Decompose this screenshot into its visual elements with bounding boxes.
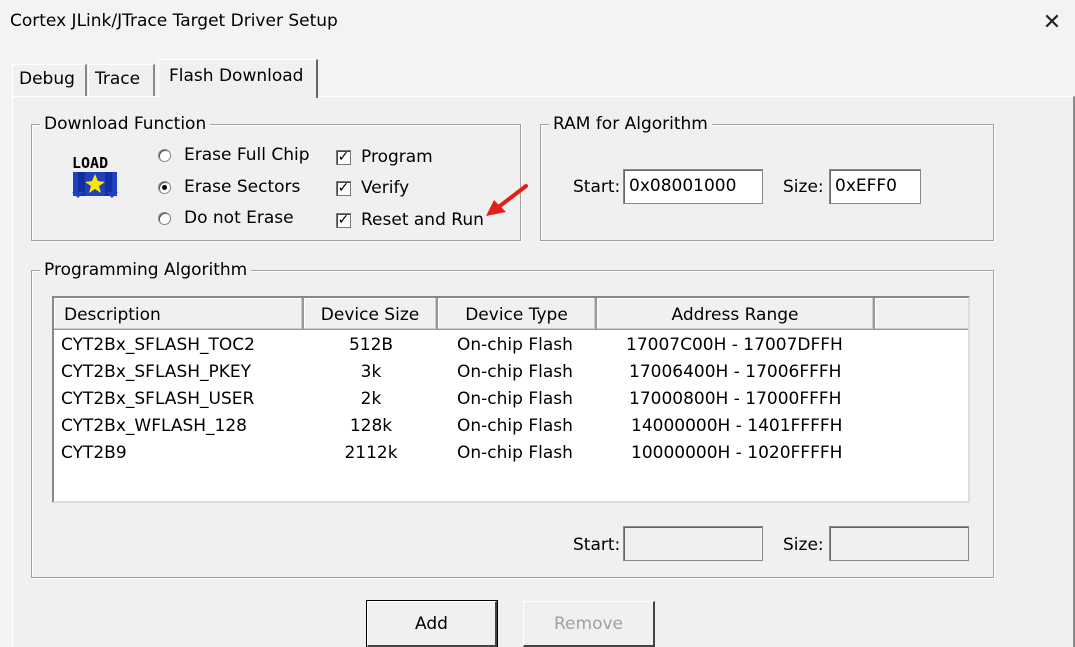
checkbox-label: Reset and Run: [361, 210, 484, 230]
cell-description: CYT2B9: [61, 443, 127, 463]
cell-address-range: 17007C00H - 17007DFFH: [626, 335, 843, 355]
cell-description: CYT2Bx_WFLASH_128: [61, 416, 247, 436]
radio-erase-sectors[interactable]: Erase Sectors: [158, 175, 300, 199]
cell-device-type: On-chip Flash: [457, 335, 573, 355]
column-header-device-size[interactable]: Device Size: [304, 298, 438, 330]
ram-start-label: Start:: [573, 177, 621, 197]
radio-label: Erase Sectors: [184, 177, 301, 197]
checkbox-label: Program: [361, 147, 433, 167]
checkbox-reset-and-run[interactable]: ✓ Reset and Run: [336, 208, 484, 232]
column-header-device-type[interactable]: Device Type: [438, 298, 597, 330]
programming-algorithm-legend: Programming Algorithm: [40, 259, 252, 281]
cell-device-type: On-chip Flash: [457, 443, 573, 463]
ram-size-label: Size:: [783, 177, 824, 197]
table-row[interactable]: CYT2Bx_SFLASH_USER 2k On-chip Flash 1700…: [54, 386, 968, 413]
cell-address-range: 10000000H - 1020FFFFH: [631, 443, 843, 463]
checkbox-verify[interactable]: ✓ Verify: [336, 176, 409, 200]
column-header-description[interactable]: Description: [54, 298, 304, 330]
cell-description: CYT2Bx_SFLASH_USER: [61, 389, 255, 409]
download-function-legend: Download Function: [40, 113, 211, 135]
column-header-empty: [875, 298, 968, 330]
algo-start-input[interactable]: [623, 526, 763, 561]
radio-do-not-erase[interactable]: Do not Erase: [158, 206, 294, 230]
cell-address-range: 17000800H - 17000FFFH: [629, 389, 842, 409]
table-row[interactable]: CYT2B9 2112k On-chip Flash 10000000H - 1…: [54, 440, 968, 467]
ram-size-input[interactable]: 0xEFF0: [829, 169, 921, 204]
algo-start-label: Start:: [573, 535, 621, 555]
cell-device-type: On-chip Flash: [457, 362, 573, 382]
list-header: Description Device Size Device Type Addr…: [54, 298, 968, 330]
column-header-address-range[interactable]: Address Range: [597, 298, 875, 330]
cell-description: CYT2Bx_SFLASH_PKEY: [61, 362, 252, 382]
cell-device-size: 2k: [360, 389, 382, 409]
algorithm-list[interactable]: Description Device Size Device Type Addr…: [52, 296, 970, 503]
radio-label: Do not Erase: [184, 208, 294, 228]
window-title: Cortex JLink/JTrace Target Driver Setup: [10, 11, 338, 31]
cell-device-type: On-chip Flash: [457, 416, 573, 436]
annotation-arrow-icon: [486, 184, 528, 216]
cell-device-size: 128k: [349, 416, 393, 436]
algo-size-label: Size:: [783, 535, 824, 555]
radio-erase-full-chip[interactable]: Erase Full Chip: [158, 143, 310, 167]
radio-label: Erase Full Chip: [184, 145, 310, 165]
radio-button[interactable]: [158, 148, 171, 162]
table-row[interactable]: CYT2Bx_SFLASH_PKEY 3k On-chip Flash 1700…: [54, 359, 968, 386]
close-icon[interactable]: ✕: [1029, 0, 1075, 44]
tab-debug[interactable]: Debug: [12, 64, 87, 96]
load-icon: LOAD: [72, 154, 118, 198]
cell-description: CYT2Bx_SFLASH_TOC2: [61, 335, 255, 355]
tab-trace[interactable]: Trace: [88, 64, 155, 96]
add-button[interactable]: Add: [366, 600, 498, 647]
table-row[interactable]: CYT2Bx_SFLASH_TOC2 512B On-chip Flash 17…: [54, 332, 968, 359]
algo-size-input[interactable]: [829, 526, 969, 561]
check-icon[interactable]: ✓: [336, 212, 351, 228]
ram-for-algorithm-legend: RAM for Algorithm: [549, 113, 712, 135]
ram-start-input[interactable]: 0x08001000: [623, 169, 763, 204]
cell-device-size: 3k: [360, 362, 382, 382]
checkbox-program[interactable]: ✓ Program: [336, 145, 433, 169]
table-row[interactable]: CYT2Bx_WFLASH_128 128k On-chip Flash 140…: [54, 413, 968, 440]
remove-button[interactable]: Remove: [523, 601, 655, 647]
cell-address-range: 14000000H - 1401FFFFH: [631, 416, 843, 436]
check-icon[interactable]: ✓: [336, 149, 351, 165]
title-bar: Cortex JLink/JTrace Target Driver Setup …: [0, 0, 1075, 46]
radio-button[interactable]: [158, 211, 171, 225]
cell-device-size: 512B: [348, 335, 394, 355]
cell-address-range: 17006400H - 17006FFFH: [629, 362, 842, 382]
checkbox-label: Verify: [361, 178, 410, 198]
tab-flash-download[interactable]: Flash Download: [158, 59, 318, 98]
svg-text:LOAD: LOAD: [72, 154, 108, 172]
check-icon[interactable]: ✓: [336, 180, 351, 196]
cell-device-size: 2112k: [344, 443, 398, 463]
cell-device-type: On-chip Flash: [457, 389, 573, 409]
radio-button[interactable]: [158, 180, 171, 194]
